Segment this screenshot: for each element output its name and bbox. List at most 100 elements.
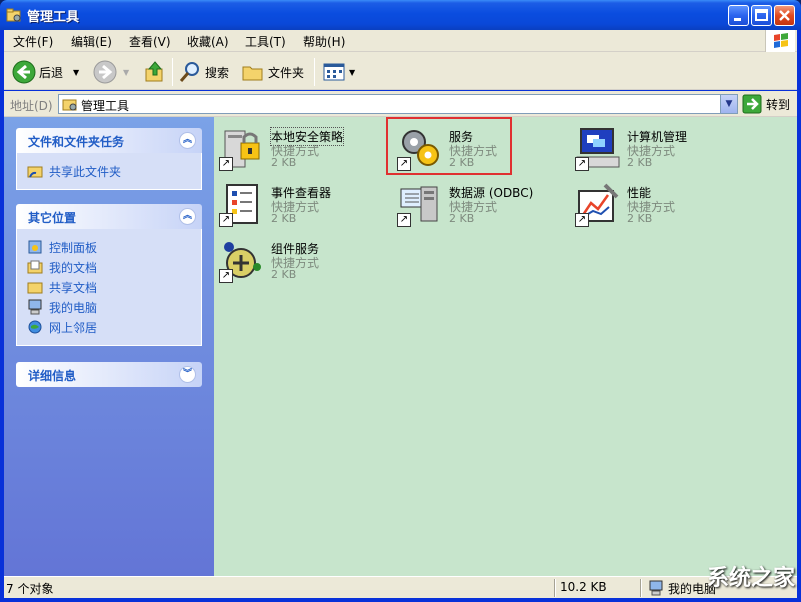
go-button[interactable]: 转到: [742, 94, 790, 114]
place-label: 网上邻居: [49, 320, 98, 335]
search-button[interactable]: 搜索: [178, 60, 229, 84]
menu-file[interactable]: 文件(F): [13, 33, 53, 50]
maximize-button[interactable]: [751, 5, 772, 26]
task-label: 共享此文件夹: [49, 164, 122, 179]
my-computer-icon: [28, 299, 42, 315]
file-tasks-header[interactable]: 文件和文件夹任务 ︽: [16, 128, 202, 153]
file-tasks-panel: 文件和文件夹任务 ︽ 共享此文件夹: [16, 128, 202, 190]
folders-label: 文件夹: [268, 65, 305, 80]
explorer-window: 管理工具 文件(F) 编辑(E) 查看(V) 收藏(A) 工具(T) 帮助(H): [0, 0, 801, 602]
menu-favorites[interactable]: 收藏(A): [187, 33, 229, 50]
client-area: 文件和文件夹任务 ︽ 共享此文件夹 其它位置 ︽ 控制面板 我的文档 共享文档 …: [4, 117, 797, 576]
file-size: 2 KB: [271, 268, 297, 281]
menu-bar: 文件(F) 编辑(E) 查看(V) 收藏(A) 工具(T) 帮助(H): [4, 30, 797, 52]
menu-view[interactable]: 查看(V): [129, 33, 171, 50]
windows-flag-icon: [774, 33, 788, 48]
site-watermark: 系统之家: [706, 566, 795, 591]
title-bar[interactable]: 管理工具: [0, 0, 801, 30]
windows-logo: [765, 30, 795, 52]
file-size: 2 KB: [271, 212, 297, 225]
views-button[interactable]: ▼: [322, 60, 355, 84]
toolbar-separator: [172, 58, 173, 86]
search-label: 搜索: [205, 65, 230, 80]
go-arrow-icon: [742, 94, 762, 114]
folders-button[interactable]: 文件夹: [241, 60, 304, 84]
place-label: 共享文档: [49, 280, 98, 295]
file-item[interactable]: ↗ 数据源 (ODBC) 快捷方式 2 KB: [397, 179, 567, 229]
file-item[interactable]: ↗ 事件查看器 快捷方式 2 KB: [219, 179, 389, 229]
other-places-panel: 其它位置 ︽ 控制面板 我的文档 共享文档 我的电脑 网上邻居: [16, 204, 202, 346]
file-size: 2 KB: [449, 156, 475, 169]
place-label: 我的电脑: [49, 300, 98, 315]
file-size: 2 KB: [449, 212, 475, 225]
address-value: 管理工具: [81, 99, 130, 113]
back-label: 后退: [39, 65, 64, 80]
menu-tools[interactable]: 工具(T): [245, 33, 286, 50]
file-item[interactable]: ↗ 组件服务 快捷方式 2 KB: [219, 235, 389, 285]
forward-button[interactable]: ▼: [93, 60, 129, 84]
file-view: ↗ 本地安全策略 快捷方式 2 KB ↗ 服务 快捷方式 2 KB ↗ 计算机管…: [214, 117, 797, 576]
close-icon: [779, 10, 790, 21]
back-dropdown-icon[interactable]: ▼: [73, 68, 79, 77]
details-title: 详细信息: [28, 369, 77, 383]
status-separator: [640, 579, 642, 597]
place-my-documents[interactable]: 我的文档: [27, 257, 191, 277]
file-item[interactable]: ↗ 服务 快捷方式 2 KB: [397, 123, 567, 173]
file-size: 2 KB: [271, 156, 297, 169]
close-button[interactable]: [774, 5, 795, 26]
place-shared-documents[interactable]: 共享文档: [27, 277, 191, 297]
admin-tools-folder-icon: [6, 8, 21, 22]
control-panel-icon: [28, 240, 42, 254]
file-item[interactable]: ↗ 本地安全策略 快捷方式 2 KB: [219, 123, 389, 173]
minimize-icon: [734, 18, 741, 21]
file-item[interactable]: ↗ 性能 快捷方式 2 KB: [575, 179, 745, 229]
address-dropdown-button[interactable]: ▼: [720, 95, 737, 113]
details-header[interactable]: 详细信息 ︾: [16, 362, 202, 387]
shortcut-arrow-icon: ↗: [219, 157, 233, 171]
go-label: 转到: [766, 97, 791, 112]
place-control-panel[interactable]: 控制面板: [27, 237, 191, 257]
place-label: 控制面板: [49, 240, 98, 255]
maximize-icon: [755, 9, 768, 21]
up-folder-button[interactable]: [143, 60, 167, 84]
status-object-count: 7 个对象: [6, 582, 54, 596]
forward-dropdown-icon[interactable]: ▼: [123, 68, 129, 77]
status-bar: 7 个对象 10.2 KB 我的电脑: [4, 576, 797, 598]
back-arrow-icon: [12, 60, 36, 84]
task-share-folder[interactable]: 共享此文件夹: [27, 161, 191, 181]
details-panel: 详细信息 ︾: [16, 362, 202, 387]
search-icon: [179, 62, 199, 82]
views-grid-icon: [323, 63, 345, 81]
shortcut-arrow-icon: ↗: [397, 157, 411, 171]
collapse-chevron-icon[interactable]: ︽: [179, 132, 196, 149]
place-my-computer[interactable]: 我的电脑: [27, 297, 191, 317]
minimize-button[interactable]: [728, 5, 749, 26]
status-size: 10.2 KB: [560, 580, 607, 594]
task-pane: 文件和文件夹任务 ︽ 共享此文件夹 其它位置 ︽ 控制面板 我的文档 共享文档 …: [4, 117, 214, 576]
other-places-title: 其它位置: [28, 211, 77, 225]
address-input[interactable]: 管理工具 ▼: [58, 94, 738, 114]
network-globe-icon: [28, 320, 42, 334]
expand-chevron-icon[interactable]: ︾: [179, 366, 196, 383]
views-dropdown-icon[interactable]: ▼: [349, 68, 355, 77]
toolbar: 后退 ▼ ▼ 搜索 文件夹 ▼: [4, 52, 797, 90]
shortcut-arrow-icon: ↗: [219, 269, 233, 283]
place-label: 我的文档: [49, 260, 98, 275]
other-places-header[interactable]: 其它位置 ︽: [16, 204, 202, 229]
file-size: 2 KB: [627, 156, 653, 169]
shortcut-arrow-icon: ↗: [575, 157, 589, 171]
back-button[interactable]: 后退 ▼: [12, 60, 79, 84]
place-network-places[interactable]: 网上邻居: [27, 317, 191, 337]
other-places-body: 控制面板 我的文档 共享文档 我的电脑 网上邻居: [16, 229, 202, 346]
shared-documents-icon: [27, 282, 43, 294]
up-folder-icon: [145, 61, 163, 82]
shortcut-arrow-icon: ↗: [219, 213, 233, 227]
file-size: 2 KB: [627, 212, 653, 225]
forward-arrow-icon: [93, 60, 117, 84]
menu-edit[interactable]: 编辑(E): [71, 33, 112, 50]
share-folder-icon: [27, 166, 43, 178]
file-item[interactable]: ↗ 计算机管理 快捷方式 2 KB: [575, 123, 745, 173]
menu-help[interactable]: 帮助(H): [303, 33, 345, 50]
collapse-chevron-icon[interactable]: ︽: [179, 208, 196, 225]
my-computer-icon: [649, 580, 663, 596]
